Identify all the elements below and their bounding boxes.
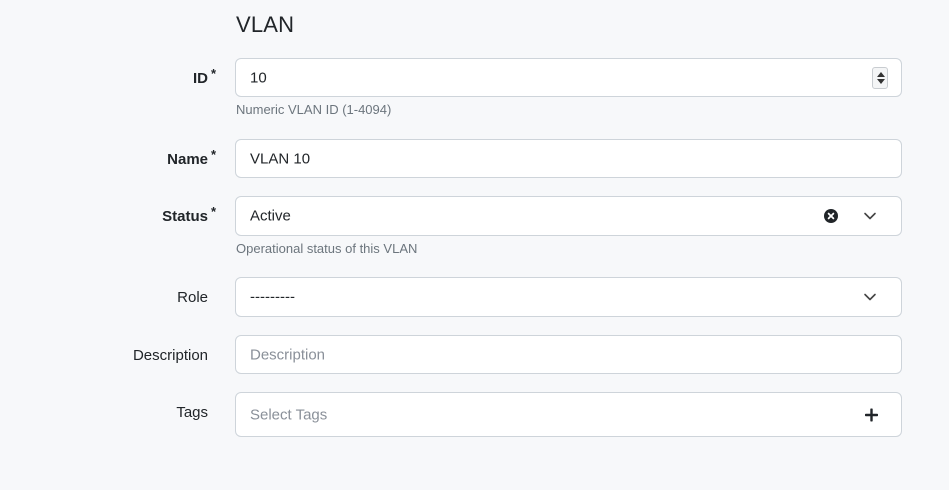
status-label: Status	[162, 208, 208, 225]
decrement-arrow[interactable]	[877, 78, 885, 84]
required-marker: *	[211, 66, 217, 81]
id-input[interactable]: 10	[235, 58, 902, 97]
role-label: Role	[177, 289, 208, 306]
name-label: Name	[167, 151, 208, 168]
required-marker: *	[211, 204, 217, 219]
id-help-text: Numeric VLAN ID (1-4094)	[236, 102, 392, 117]
section-title: VLAN	[236, 12, 295, 37]
description-label: Description	[132, 347, 208, 364]
tags-row: Tags Select Tags	[0, 392, 949, 437]
tags-placeholder: Select Tags	[250, 406, 328, 423]
name-row: Name * VLAN 10	[0, 139, 949, 179]
tags-select[interactable]: Select Tags	[235, 392, 902, 437]
chevron-down-icon[interactable]	[863, 209, 877, 223]
number-stepper-icon[interactable]	[872, 66, 888, 89]
name-input[interactable]: VLAN 10	[235, 139, 902, 178]
clear-circle-icon[interactable]	[824, 209, 838, 223]
role-value: ---------	[250, 288, 295, 306]
role-select[interactable]: ---------	[235, 277, 902, 317]
role-row: Role ---------	[0, 277, 949, 317]
description-placeholder: Description	[250, 346, 326, 363]
status-select[interactable]: Active	[235, 196, 902, 236]
id-label: ID	[193, 70, 208, 87]
status-help-text: Operational status of this VLAN	[236, 241, 418, 256]
tags-label: Tags	[176, 404, 208, 421]
id-value: 10	[250, 69, 267, 86]
status-value: Active	[250, 207, 291, 225]
name-value: VLAN 10	[250, 150, 311, 167]
plus-icon[interactable]	[865, 408, 878, 421]
id-row: ID * 10 Numeric VLAN ID (1-4094)	[0, 58, 949, 118]
chevron-down-icon[interactable]	[863, 290, 877, 304]
increment-arrow[interactable]	[877, 71, 885, 77]
description-input[interactable]: Description	[235, 335, 902, 374]
required-marker: *	[211, 147, 217, 162]
description-row: Description Description	[0, 335, 949, 374]
status-row: Status * Active Operational status of th…	[0, 196, 949, 260]
